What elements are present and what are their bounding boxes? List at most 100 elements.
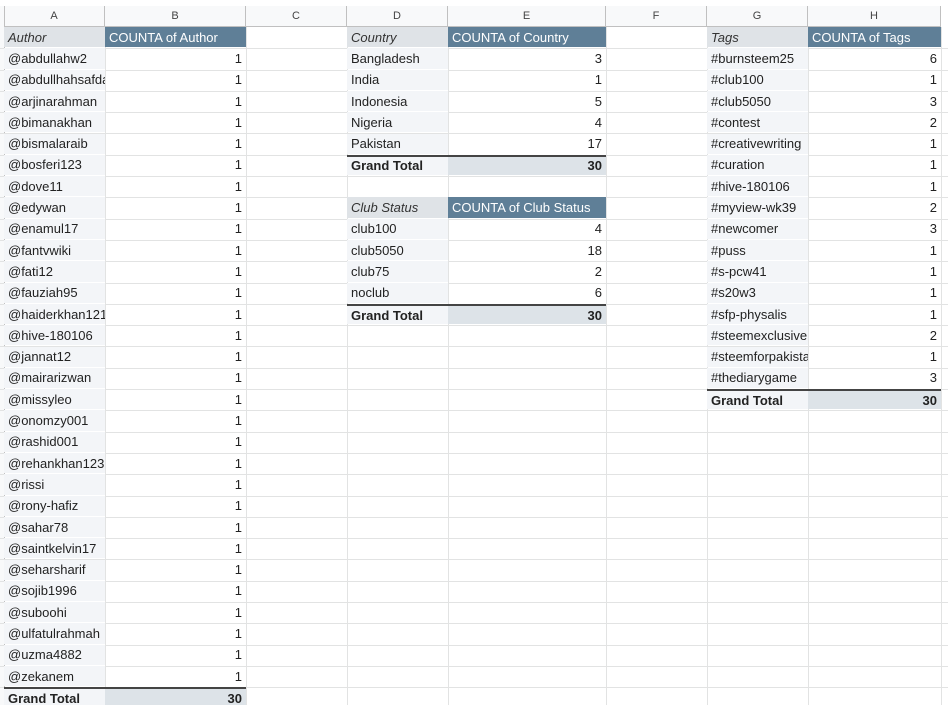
author-pivot-row-label[interactable]: @rony-hafiz <box>4 495 105 516</box>
country-pivot-header-value[interactable]: COUNTA of Country <box>448 27 606 48</box>
tags-pivot-row-label[interactable]: #club100 <box>707 69 808 90</box>
author-pivot-row-value[interactable]: 1 <box>105 453 246 473</box>
club-pivot-header-label[interactable]: Club Status <box>347 197 448 218</box>
column-header-h[interactable]: H <box>808 6 941 27</box>
author-pivot-row-label[interactable]: @rashid001 <box>4 431 105 452</box>
author-pivot-row-label[interactable]: @bismalaraib <box>4 133 105 154</box>
author-pivot-row-label[interactable]: @hive-180106 <box>4 325 105 346</box>
author-pivot-row-label[interactable]: @enamul17 <box>4 218 105 239</box>
tags-pivot-row-value[interactable]: 1 <box>808 240 941 260</box>
tags-pivot-row-value[interactable]: 1 <box>808 283 941 303</box>
club-pivot-row-label[interactable]: club100 <box>347 218 448 239</box>
tags-pivot-row-label[interactable]: #steemforpakistan <box>707 346 808 367</box>
author-pivot-row-label[interactable]: @seharsharif <box>4 559 105 580</box>
author-pivot-row-value[interactable]: 1 <box>105 70 246 90</box>
author-pivot-row-value[interactable]: 1 <box>105 666 246 686</box>
author-pivot-row-label[interactable]: @zekanem <box>4 666 105 687</box>
author-pivot-row-value[interactable]: 1 <box>105 368 246 388</box>
tags-pivot-row-label[interactable]: #myview-wk39 <box>707 197 808 218</box>
tags-pivot-row-value[interactable]: 1 <box>808 304 941 324</box>
country-pivot-grand-total-value[interactable]: 30 <box>448 154 606 176</box>
tags-pivot-row-label[interactable]: #newcomer <box>707 218 808 239</box>
author-pivot-row-label[interactable]: @dove11 <box>4 176 105 197</box>
author-pivot-grand-total-label[interactable]: Grand Total <box>4 687 105 705</box>
author-pivot-row-label[interactable]: @onomzy001 <box>4 410 105 431</box>
author-pivot-row-label[interactable]: @rissi <box>4 474 105 495</box>
column-header-g[interactable]: G <box>707 6 808 27</box>
tags-pivot-row-label[interactable]: #s20w3 <box>707 282 808 303</box>
country-pivot-row-label[interactable]: Pakistan <box>347 133 448 154</box>
author-pivot-row-label[interactable]: @saintkelvin17 <box>4 538 105 559</box>
country-pivot-row-label[interactable]: Bangladesh <box>347 48 448 69</box>
author-pivot-grand-total-value[interactable]: 30 <box>105 687 246 705</box>
author-pivot-row-value[interactable]: 1 <box>105 347 246 367</box>
tags-pivot-row-label[interactable]: #hive-180106 <box>707 176 808 197</box>
tags-pivot-row-value[interactable]: 1 <box>808 176 941 196</box>
tags-pivot-row-label[interactable]: #curation <box>707 154 808 176</box>
author-pivot-row-value[interactable]: 1 <box>105 602 246 622</box>
author-pivot-row-label[interactable]: @uzma4882 <box>4 644 105 665</box>
club-pivot-row-value[interactable]: 18 <box>448 240 606 260</box>
tags-pivot-row-value[interactable]: 1 <box>808 155 941 175</box>
tags-pivot-row-value[interactable]: 2 <box>808 112 941 132</box>
country-pivot-grand-total-label[interactable]: Grand Total <box>347 154 448 176</box>
tags-pivot-grand-total-label[interactable]: Grand Total <box>707 389 808 410</box>
club-pivot-row-value[interactable]: 4 <box>448 219 606 239</box>
tags-pivot-row-label[interactable]: #s-pcw41 <box>707 261 808 282</box>
tags-pivot-header-value[interactable]: COUNTA of Tags <box>808 27 941 48</box>
author-pivot-row-value[interactable]: 1 <box>105 283 246 303</box>
author-pivot-row-value[interactable]: 1 <box>105 261 246 281</box>
column-header-a[interactable]: A <box>4 6 105 27</box>
author-pivot-row-label[interactable]: @haiderkhan121 <box>4 303 105 325</box>
country-pivot-header-label[interactable]: Country <box>347 27 448 48</box>
author-pivot-row-value[interactable]: 1 <box>105 112 246 132</box>
country-pivot-row-value[interactable]: 3 <box>448 48 606 68</box>
tags-pivot-row-value[interactable]: 1 <box>808 134 941 154</box>
author-pivot-row-value[interactable]: 1 <box>105 538 246 558</box>
tags-pivot-row-value[interactable]: 3 <box>808 219 941 239</box>
tags-pivot-row-value[interactable]: 3 <box>808 91 941 111</box>
author-pivot-row-label[interactable]: @arjinarahman <box>4 90 105 112</box>
country-pivot-row-value[interactable]: 1 <box>448 70 606 90</box>
club-pivot-row-value[interactable]: 2 <box>448 261 606 281</box>
club-pivot-grand-total-label[interactable]: Grand Total <box>347 303 448 325</box>
author-pivot-row-label[interactable]: @rehankhan123 <box>4 453 105 474</box>
author-pivot-row-label[interactable]: @fati12 <box>4 261 105 282</box>
country-pivot-row-value[interactable]: 4 <box>448 112 606 132</box>
tags-pivot-row-label[interactable]: #sfp-physalis <box>707 303 808 325</box>
author-pivot-row-value[interactable]: 1 <box>105 389 246 409</box>
author-pivot-row-value[interactable]: 1 <box>105 581 246 601</box>
author-pivot-row-value[interactable]: 1 <box>105 432 246 452</box>
club-pivot-row-label[interactable]: club75 <box>347 261 448 282</box>
author-pivot-row-label[interactable]: @fantvwiki <box>4 240 105 261</box>
spreadsheet-grid[interactable]: A B C D E F G H Author COUNTA of Author @abdullahw… <box>0 0 948 705</box>
tags-pivot-header-label[interactable]: Tags <box>707 27 808 48</box>
tags-pivot-row-value[interactable]: 6 <box>808 48 941 68</box>
tags-pivot-row-label[interactable]: #contest <box>707 112 808 133</box>
author-pivot-row-label[interactable]: @ulfatulrahmah <box>4 623 105 644</box>
column-header-d[interactable]: D <box>347 6 448 27</box>
tags-pivot-row-label[interactable]: #creativewriting <box>707 133 808 154</box>
author-pivot-row-value[interactable]: 1 <box>105 560 246 580</box>
column-header-c[interactable]: C <box>246 6 347 27</box>
club-pivot-grand-total-value[interactable]: 30 <box>448 303 606 325</box>
author-pivot-row-value[interactable]: 1 <box>105 91 246 111</box>
author-pivot-row-value[interactable]: 1 <box>105 176 246 196</box>
author-pivot-row-label[interactable]: @jannat12 <box>4 346 105 367</box>
tags-pivot-grand-total-value[interactable]: 30 <box>808 389 941 410</box>
club-pivot-row-label[interactable]: noclub <box>347 282 448 303</box>
author-pivot-row-value[interactable]: 1 <box>105 304 246 324</box>
tags-pivot-row-value[interactable]: 2 <box>808 325 941 345</box>
author-pivot-row-value[interactable]: 1 <box>105 197 246 217</box>
club-pivot-row-label[interactable]: club5050 <box>347 240 448 261</box>
author-pivot-row-label[interactable]: @bosferi123 <box>4 154 105 176</box>
author-pivot-header-value[interactable]: COUNTA of Author <box>105 27 246 48</box>
author-pivot-row-label[interactable]: @fauziah95 <box>4 282 105 303</box>
club-pivot-header-value[interactable]: COUNTA of Club Status <box>448 197 606 218</box>
tags-pivot-row-value[interactable]: 1 <box>808 261 941 281</box>
author-pivot-row-label[interactable]: @suboohi <box>4 602 105 623</box>
author-pivot-row-label[interactable]: @bimanakhan <box>4 112 105 133</box>
author-pivot-row-value[interactable]: 1 <box>105 410 246 430</box>
country-pivot-row-label[interactable]: India <box>347 69 448 90</box>
author-pivot-row-label[interactable]: @edywan <box>4 197 105 218</box>
